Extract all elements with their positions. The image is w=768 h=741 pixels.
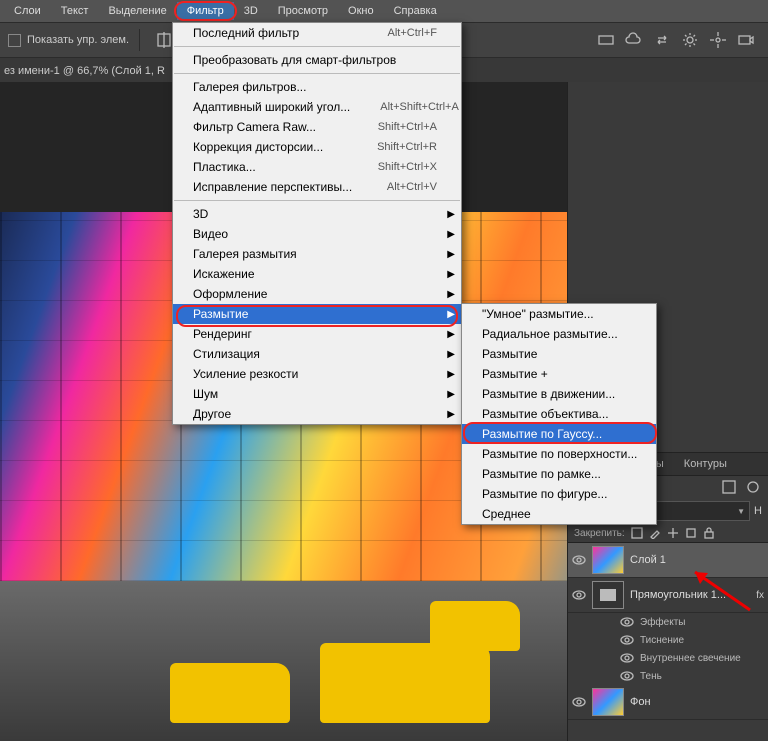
visibility-icon[interactable] — [620, 633, 634, 647]
layer-name[interactable]: Фон — [630, 696, 764, 708]
menu-item[interactable]: Шум▶ — [173, 384, 461, 404]
menu-window[interactable]: Окно — [338, 2, 384, 20]
blur-submenu-dropdown: "Умное" размытие...Радиальное размытие..… — [461, 303, 657, 525]
align-icon[interactable] — [155, 31, 173, 49]
show-controls-label: Показать упр. элем. — [27, 34, 129, 46]
menu-item[interactable]: Усиление резкости▶ — [173, 364, 461, 384]
menubar: Слои Текст Выделение Фильтр 3D Просмотр … — [0, 0, 768, 22]
submenu-arrow-icon: ▶ — [447, 209, 455, 220]
visibility-icon[interactable] — [620, 651, 634, 665]
menu-item[interactable]: Размытие по рамке... — [462, 464, 656, 484]
menu-filter[interactable]: Фильтр — [177, 2, 234, 20]
effect-item[interactable]: Тень — [640, 671, 662, 682]
visibility-icon[interactable] — [620, 669, 634, 683]
submenu-arrow-icon: ▶ — [447, 409, 455, 420]
swap-icon[interactable] — [653, 31, 671, 49]
menu-item[interactable]: Галерея фильтров... — [173, 77, 461, 97]
menu-item[interactable]: Размытие + — [462, 364, 656, 384]
layer-thumbnail[interactable] — [592, 546, 624, 574]
lock-icon[interactable] — [703, 527, 715, 539]
submenu-arrow-icon: ▶ — [447, 269, 455, 280]
target-icon[interactable] — [709, 31, 727, 49]
submenu-arrow-icon: ▶ — [447, 229, 455, 240]
submenu-arrow-icon: ▶ — [447, 349, 455, 360]
panel-menu-icon[interactable] — [746, 480, 760, 494]
menu-item[interactable]: Галерея размытия▶ — [173, 244, 461, 264]
effect-item[interactable]: Внутреннее свечение — [640, 653, 741, 664]
menu-item[interactable]: Размытие▶ — [173, 304, 461, 324]
menu-item[interactable]: Среднее — [462, 504, 656, 524]
lock-label: Закрепить: — [574, 528, 625, 539]
layer-row[interactable]: Прямоугольник 1... fx — [568, 578, 768, 613]
menu-layers[interactable]: Слои — [4, 2, 51, 20]
lock-move-icon[interactable] — [667, 527, 679, 539]
menu-item[interactable]: Другое▶ — [173, 404, 461, 424]
menu-item[interactable]: Коррекция дисторсии...Shift+Ctrl+R — [173, 137, 461, 157]
menu-item[interactable]: Исправление перспективы...Alt+Ctrl+V — [173, 177, 461, 197]
layers-list: Слой 1 Прямоугольник 1... fx Эффекты Тис… — [568, 543, 768, 720]
submenu-arrow-icon: ▶ — [447, 309, 455, 320]
gear-icon[interactable] — [681, 31, 699, 49]
menu-item[interactable]: Фильтр Camera Raw...Shift+Ctrl+A — [173, 117, 461, 137]
layer-name[interactable]: Слой 1 — [630, 554, 764, 566]
menu-item[interactable]: Размытие по фигуре... — [462, 484, 656, 504]
menu-item[interactable]: Преобразовать для смарт-фильтров — [173, 50, 461, 70]
menu-item[interactable]: Видео▶ — [173, 224, 461, 244]
menu-item[interactable]: Размытие по поверхности... — [462, 444, 656, 464]
menu-item[interactable]: Размытие в движении... — [462, 384, 656, 404]
layer-name[interactable]: Прямоугольник 1... — [630, 589, 750, 601]
menu-item[interactable]: Оформление▶ — [173, 284, 461, 304]
lock-artboard-icon[interactable] — [685, 527, 697, 539]
visibility-icon[interactable] — [620, 615, 634, 629]
tool-icon-1[interactable] — [597, 31, 615, 49]
layer-thumbnail[interactable] — [592, 581, 624, 609]
menu-help[interactable]: Справка — [384, 2, 447, 20]
submenu-arrow-icon: ▶ — [447, 289, 455, 300]
menu-item[interactable]: Искажение▶ — [173, 264, 461, 284]
lock-transparency-icon[interactable] — [631, 527, 643, 539]
menu-view[interactable]: Просмотр — [268, 2, 338, 20]
menu-item[interactable]: Радиальное размытие... — [462, 324, 656, 344]
menu-item[interactable]: Размытие объектива... — [462, 404, 656, 424]
menu-item[interactable]: Пластика...Shift+Ctrl+X — [173, 157, 461, 177]
camera-icon[interactable] — [737, 31, 755, 49]
visibility-icon[interactable] — [572, 553, 586, 567]
menu-item[interactable]: Размытие — [462, 344, 656, 364]
visibility-icon[interactable] — [572, 588, 586, 602]
effect-item[interactable]: Тиснение — [640, 635, 684, 646]
show-controls-checkbox[interactable] — [8, 34, 21, 47]
filter-menu-dropdown: Последний фильтрAlt+Ctrl+F Преобразовать … — [172, 22, 462, 425]
submenu-arrow-icon: ▶ — [447, 389, 455, 400]
menu-text[interactable]: Текст — [51, 2, 99, 20]
menu-selection[interactable]: Выделение — [98, 2, 176, 20]
submenu-arrow-icon: ▶ — [447, 249, 455, 260]
layer-thumbnail[interactable] — [592, 688, 624, 716]
menu-item[interactable]: "Умное" размытие... — [462, 304, 656, 324]
visibility-icon[interactable] — [572, 695, 586, 709]
submenu-arrow-icon: ▶ — [447, 329, 455, 340]
menu-item[interactable]: Последний фильтрAlt+Ctrl+F — [173, 23, 461, 43]
menu-item[interactable]: Стилизация▶ — [173, 344, 461, 364]
tab-paths[interactable]: Контуры — [674, 453, 737, 475]
layer-effects-group: Эффекты Тиснение Внутреннее свечение Тен… — [568, 613, 768, 685]
layer-row[interactable]: Слой 1 — [568, 543, 768, 578]
lock-row: Закрепить: — [568, 524, 768, 543]
opacity-label: Н — [754, 505, 762, 517]
menu-3d[interactable]: 3D — [234, 2, 268, 20]
menu-item[interactable]: Размытие по Гауссу... — [462, 424, 656, 444]
filter-layers-icon[interactable] — [722, 480, 736, 494]
submenu-arrow-icon: ▶ — [447, 369, 455, 380]
fx-badge[interactable]: fx — [756, 590, 764, 601]
menu-item[interactable]: Адаптивный широкий угол...Alt+Shift+Ctrl… — [173, 97, 461, 117]
document-tab[interactable]: ез имени-1 @ 66,7% (Слой 1, R — [4, 65, 165, 77]
menu-item[interactable]: Рендеринг▶ — [173, 324, 461, 344]
effects-label: Эффекты — [640, 617, 685, 628]
cloud-icon[interactable] — [625, 31, 643, 49]
lock-brush-icon[interactable] — [649, 527, 661, 539]
layer-row[interactable]: Фон — [568, 685, 768, 720]
menu-item[interactable]: 3D▶ — [173, 204, 461, 224]
